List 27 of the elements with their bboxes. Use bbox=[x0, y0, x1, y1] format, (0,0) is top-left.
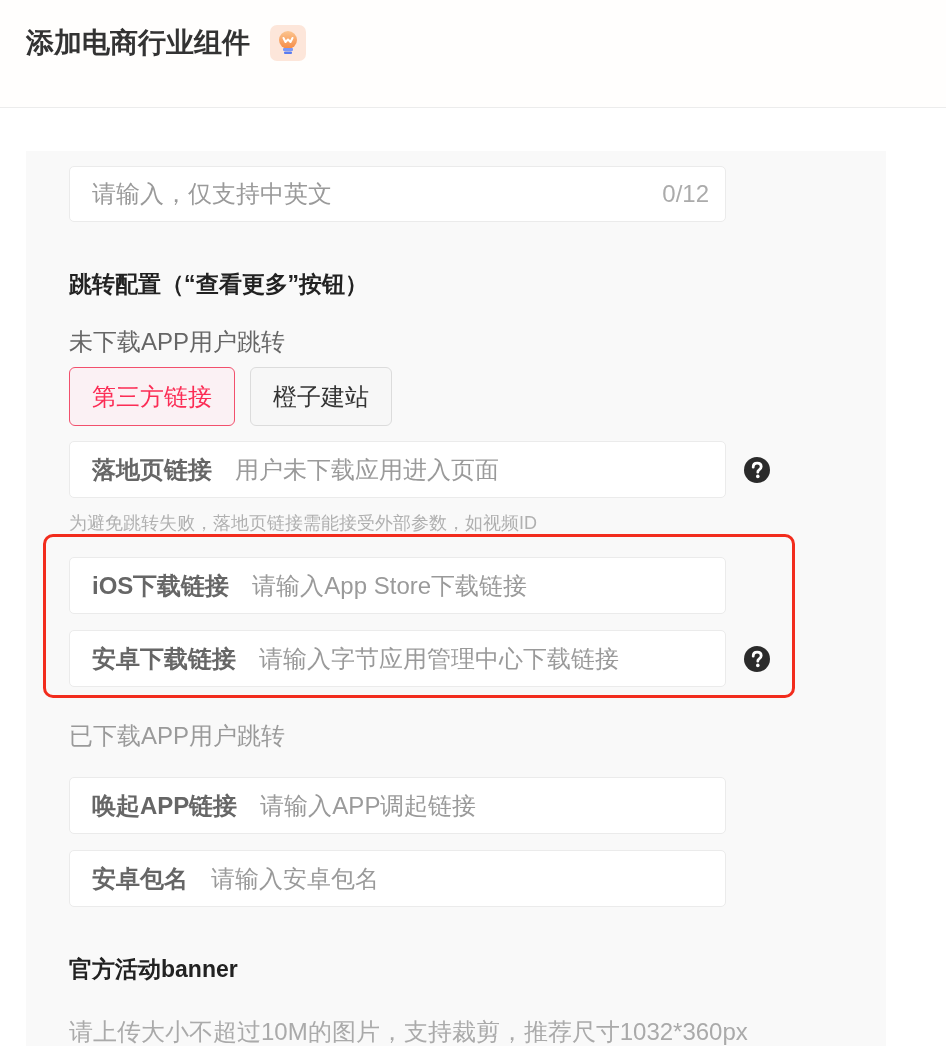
url-field[interactable]: 安卓下载链接 请输入字节应用管理中心下载链接 bbox=[69, 630, 726, 687]
field-label: iOS下载链接 bbox=[92, 570, 230, 601]
subsection-label: 已下载APP用户跳转 bbox=[69, 721, 286, 751]
url-field[interactable]: 落地页链接 用户未下载应用进入页面 bbox=[69, 441, 726, 498]
page-title: 添加电商行业组件 bbox=[26, 26, 250, 60]
field-label: 唤起APP链接 bbox=[92, 790, 238, 821]
character-counter: 0/12 bbox=[662, 180, 709, 208]
text-input[interactable]: 用户未下载应用进入页面 bbox=[235, 452, 709, 487]
lightbulb-icon bbox=[270, 25, 306, 61]
section-title: 官方活动banner bbox=[69, 955, 238, 984]
text-input[interactable]: 请输入，仅支持中英文 bbox=[92, 177, 663, 211]
section-title: 跳转配置（“查看更多”按钮） bbox=[69, 270, 368, 299]
hint-text: 为避免跳转失败，落地页链接需能接受外部参数，如视频ID bbox=[69, 512, 537, 534]
upload-hint: 请上传大小不超过10M的图片，支持裁剪，推荐尺寸1032*360px bbox=[69, 1017, 748, 1046]
url-field[interactable]: 唤起APP链接 请输入APP调起链接 bbox=[69, 777, 726, 834]
field-label: 安卓包名 bbox=[92, 863, 188, 894]
text-input[interactable]: 请输入字节应用管理中心下载链接 bbox=[259, 641, 709, 676]
option-button[interactable]: 第三方链接 bbox=[69, 367, 235, 426]
field-label: 安卓下载链接 bbox=[92, 643, 236, 674]
text-input[interactable]: 请输入安卓包名 bbox=[211, 861, 709, 896]
option-button[interactable]: 橙子建站 bbox=[250, 367, 392, 426]
url-field[interactable]: 安卓包名 请输入安卓包名 bbox=[69, 850, 726, 907]
url-field[interactable]: iOS下载链接 请输入App Store下载链接 bbox=[69, 557, 726, 614]
text-input[interactable]: 请输入APP调起链接 bbox=[260, 788, 709, 823]
text-input[interactable]: 请输入App Store下载链接 bbox=[252, 568, 709, 603]
field-label: 落地页链接 bbox=[92, 454, 212, 485]
subsection-label: 未下载APP用户跳转 bbox=[69, 327, 286, 357]
